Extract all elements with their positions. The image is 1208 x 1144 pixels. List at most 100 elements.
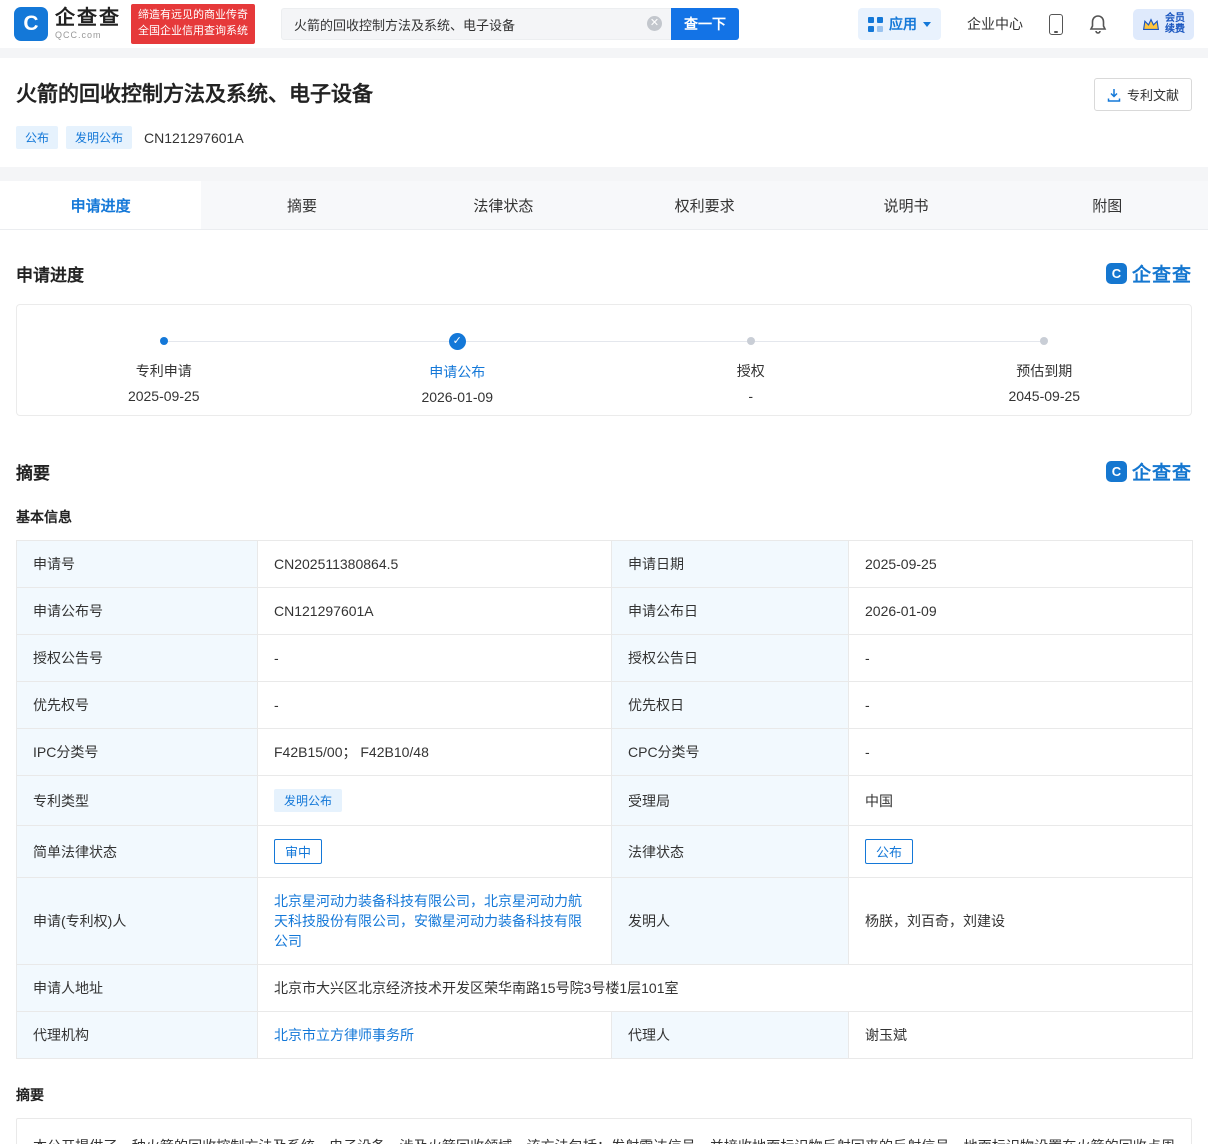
search-input[interactable]	[281, 8, 671, 40]
timeline-step-date: 2025-09-25	[127, 388, 200, 404]
timeline-dot-pending	[1040, 337, 1049, 345]
bell-icon[interactable]	[1089, 14, 1107, 34]
tab-description[interactable]: 说明书	[805, 181, 1006, 229]
top-bar: C 企查查 QCC.com 缔造有远见的商业传奇 全国企业信用查询系统 ✕ 查一…	[0, 0, 1208, 48]
field-label: 申请(专利权)人	[16, 877, 258, 965]
timeline: 专利申请 2025-09-25 ✓ 申请公布 2026-01-09 授权 - 预…	[16, 304, 1192, 416]
field-label: 简单法律状态	[16, 825, 258, 878]
table-row: 简单法律状态 审中 法律状态 公布	[16, 825, 1193, 878]
field-value: CN202511380864.5	[257, 540, 612, 588]
tab-figures[interactable]: 附图	[1007, 181, 1208, 229]
mobile-app-icon[interactable]	[1049, 13, 1063, 35]
field-label: 申请号	[16, 540, 258, 588]
field-label: IPC分类号	[16, 728, 258, 776]
timeline-step-label: 专利申请	[135, 363, 192, 379]
timeline-step-date: 2045-09-25	[1008, 388, 1081, 404]
basic-info-table: 申请号 CN202511380864.5 申请日期 2025-09-25 申请公…	[16, 540, 1193, 1059]
abstract-text: 本公开提供了一种火箭的回收控制方法及系统、电子设备，涉及火箭回收领域。该方法包括…	[16, 1118, 1192, 1144]
field-label: 发明人	[611, 877, 849, 965]
download-icon	[1107, 88, 1121, 102]
field-value: 北京市大兴区北京经济技术开发区荣华南路15号院3号楼1层101室	[257, 964, 1193, 1012]
timeline-step-label: 授权	[736, 363, 765, 379]
timeline-step-published: ✓ 申请公布 2026-01-09	[311, 333, 605, 415]
table-row: 申请(专利权)人 北京星河动力装备科技有限公司，北京星河动力航天科技股份有限公司…	[16, 877, 1193, 965]
field-label: 授权公告日	[611, 634, 849, 682]
field-value: 审中	[257, 825, 612, 878]
enterprise-center-link[interactable]: 企业中心	[967, 14, 1023, 34]
timeline-dot-done	[159, 337, 168, 345]
divider-band	[0, 48, 1208, 58]
timeline-step-expiry: 预估到期 2045-09-25	[898, 333, 1192, 415]
field-label: 优先权日	[611, 681, 849, 729]
qcc-watermark-text: 企查查	[1131, 463, 1192, 484]
table-row: 申请人地址 北京市大兴区北京经济技术开发区荣华南路15号院3号楼1层101室	[16, 964, 1193, 1012]
qcc-logo-icon: C	[14, 7, 48, 41]
field-value: CN121297601A	[257, 587, 612, 635]
timeline-dot-pending	[746, 337, 755, 345]
timeline-step-label: 预估到期	[1016, 363, 1073, 379]
apps-menu-button[interactable]: 应用	[858, 8, 941, 40]
qcc-logo-name: 企查查	[55, 7, 121, 29]
field-value: 谢玉斌	[848, 1011, 1193, 1059]
qcc-logo-domain: QCC.com	[55, 30, 102, 40]
tab-legal-status[interactable]: 法律状态	[403, 181, 604, 229]
field-value: 北京市立方律师事务所	[257, 1011, 612, 1059]
patent-type-badge: 发明公布	[274, 789, 343, 812]
slogan-line-2: 全国企业信用查询系统	[138, 25, 248, 37]
member-renewal-button[interactable]: 会员 续费	[1133, 8, 1194, 40]
field-label: 申请日期	[611, 540, 849, 588]
field-label: CPC分类号	[611, 728, 849, 776]
timeline-check-icon: ✓	[448, 333, 466, 350]
applicant-link-1[interactable]: 北京星河动力装备科技有限公司，	[274, 893, 484, 909]
search-bar: ✕ 查一下	[281, 8, 739, 40]
timeline-step-date: -	[748, 388, 754, 404]
table-row: 授权公告号 - 授权公告日 -	[16, 634, 1193, 682]
brand-slogan: 缔造有远见的商业传奇 全国企业信用查询系统	[131, 4, 255, 44]
tab-application-progress[interactable]: 申请进度	[0, 181, 202, 229]
field-label: 受理局	[611, 775, 849, 826]
search-clear-icon[interactable]: ✕	[647, 16, 662, 31]
qcc-logo[interactable]: C 企查查 QCC.com	[14, 7, 121, 41]
qcc-watermark: C 企查查	[1105, 260, 1192, 287]
patent-header-card: 火箭的回收控制方法及系统、电子设备 专利文献 公布 发明公布 CN1212976…	[0, 58, 1208, 167]
search-button[interactable]: 查一下	[671, 8, 739, 40]
summary-section: 摘要 C 企查查 基本信息 申请号 CN202511380864.5 申请日期 …	[0, 458, 1208, 1144]
field-label: 申请公布号	[16, 587, 258, 635]
field-label: 代理机构	[16, 1011, 258, 1059]
member-label-line1: 会员	[1165, 12, 1185, 24]
timeline-step-granted: 授权 -	[604, 333, 898, 415]
qcc-watermark-icon: C	[1105, 263, 1127, 284]
table-row: 优先权号 - 优先权日 -	[16, 681, 1193, 729]
apps-grid-icon	[868, 16, 883, 32]
field-value: 2026-01-09	[848, 587, 1193, 635]
patent-document-button[interactable]: 专利文献	[1093, 78, 1192, 111]
top-nav: 应用 企业中心 会员 续费	[858, 8, 1194, 40]
field-value: 中国	[848, 775, 1193, 826]
field-value: 杨朕，刘百奇，刘建设	[848, 877, 1193, 965]
table-row: 代理机构 北京市立方律师事务所 代理人 谢玉斌	[16, 1011, 1193, 1059]
progress-section: 申请进度 C 企查查 专利申请 2025-09-25 ✓ 申请公布 2026-0…	[0, 260, 1208, 416]
member-label-line2: 续费	[1165, 24, 1185, 35]
tab-claims[interactable]: 权利要求	[604, 181, 805, 229]
simple-legal-status-badge: 审中	[274, 839, 323, 864]
page-title: 火箭的回收控制方法及系统、电子设备	[16, 83, 373, 106]
divider-band-2	[0, 167, 1208, 181]
chevron-down-icon	[923, 21, 931, 27]
field-value: F42B15/00； F42B10/48	[257, 728, 612, 776]
qcc-watermark: C 企查查	[1105, 458, 1192, 485]
agency-link[interactable]: 北京市立方律师事务所	[274, 1027, 414, 1043]
summary-section-title: 摘要	[16, 464, 50, 483]
table-row: 申请公布号 CN121297601A 申请公布日 2026-01-09	[16, 587, 1193, 635]
field-value: -	[848, 728, 1193, 776]
field-label: 申请人地址	[16, 964, 258, 1012]
field-value: -	[257, 634, 612, 682]
slogan-line-1: 缔造有远见的商业传奇	[138, 9, 248, 22]
tab-abstract[interactable]: 摘要	[201, 181, 402, 229]
timeline-step-filed: 专利申请 2025-09-25	[17, 333, 311, 415]
timeline-step-label: 申请公布	[429, 364, 486, 380]
qcc-watermark-text: 企查查	[1131, 265, 1192, 286]
basic-info-title: 基本信息	[16, 509, 72, 525]
field-label: 代理人	[611, 1011, 849, 1059]
field-label: 授权公告号	[16, 634, 258, 682]
status-badge-type: 发明公布	[66, 126, 133, 149]
